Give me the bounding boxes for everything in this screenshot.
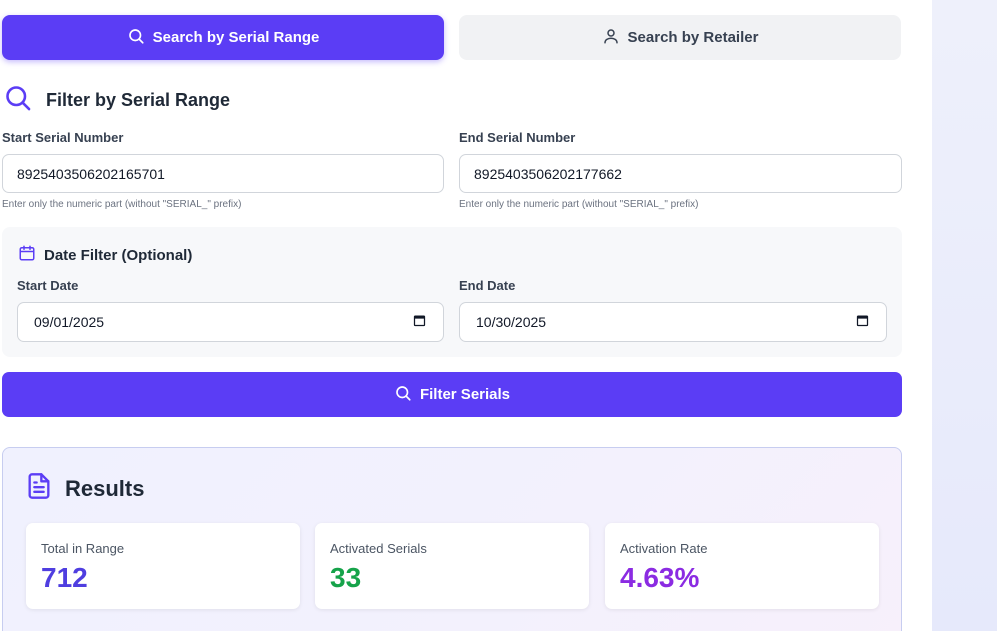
stat-value: 33	[330, 562, 362, 593]
start-serial-hint: Enter only the numeric part (without "SE…	[2, 199, 242, 210]
filter-serials-button[interactable]: Filter Serials	[2, 372, 902, 417]
tab-label: Search by Serial Range	[152, 29, 320, 46]
search-icon	[4, 84, 32, 117]
page-title: Filter by Serial Range	[46, 90, 231, 110]
end-serial-label: End Serial Number	[459, 130, 576, 145]
start-date-label: Start Date	[17, 278, 79, 293]
end-serial-input[interactable]: 8925403506202177662	[459, 154, 902, 193]
search-icon	[127, 27, 145, 49]
date-filter-title: Date Filter (Optional)	[44, 246, 193, 264]
stat-label: Activation Rate	[620, 541, 708, 556]
calendar-icon[interactable]	[855, 313, 870, 331]
right-background-panel	[932, 0, 997, 631]
results-title: Results	[65, 475, 145, 501]
calendar-icon[interactable]	[412, 313, 427, 331]
end-serial-hint: Enter only the numeric part (without "SE…	[459, 199, 699, 210]
stat-value: 4.63%	[620, 562, 700, 593]
date-filter-header: Date Filter (Optional)	[18, 244, 192, 266]
tab-search-by-serial-range[interactable]: Search by Serial Range	[2, 15, 444, 60]
results-header: Results	[25, 472, 144, 505]
section-header: Filter by Serial Range	[4, 84, 230, 117]
filter-button-label: Filter Serials	[419, 386, 511, 403]
end-date-value: 10/30/2025	[476, 314, 547, 330]
user-icon	[602, 27, 620, 49]
end-date-label: End Date	[459, 278, 516, 293]
end-date-input[interactable]: 10/30/2025	[459, 302, 887, 342]
document-icon	[25, 472, 53, 505]
results-panel: Results Total in Range 712 Activated Ser…	[2, 447, 902, 631]
stat-value: 712	[41, 562, 88, 593]
start-date-value: 09/01/2025	[34, 314, 105, 330]
start-date-input[interactable]: 09/01/2025	[17, 302, 444, 342]
stat-card-total: Total in Range 712	[26, 523, 300, 609]
serial-filter-panel: Search by Serial Range Search by Retaile…	[2, 0, 902, 631]
stat-card-activation-rate: Activation Rate 4.63%	[605, 523, 879, 609]
calendar-icon	[18, 244, 36, 266]
search-icon	[394, 384, 412, 406]
date-filter-section: Date Filter (Optional) Start Date 09/01/…	[2, 227, 902, 357]
start-serial-label: Start Serial Number	[2, 130, 124, 145]
stat-label: Activated Serials	[330, 541, 427, 556]
tab-search-by-retailer[interactable]: Search by Retailer	[459, 15, 901, 60]
stat-card-activated: Activated Serials 33	[315, 523, 589, 609]
tab-label: Search by Retailer	[627, 29, 759, 46]
stat-label: Total in Range	[41, 541, 125, 556]
start-serial-input[interactable]: 8925403506202165701	[2, 154, 444, 193]
